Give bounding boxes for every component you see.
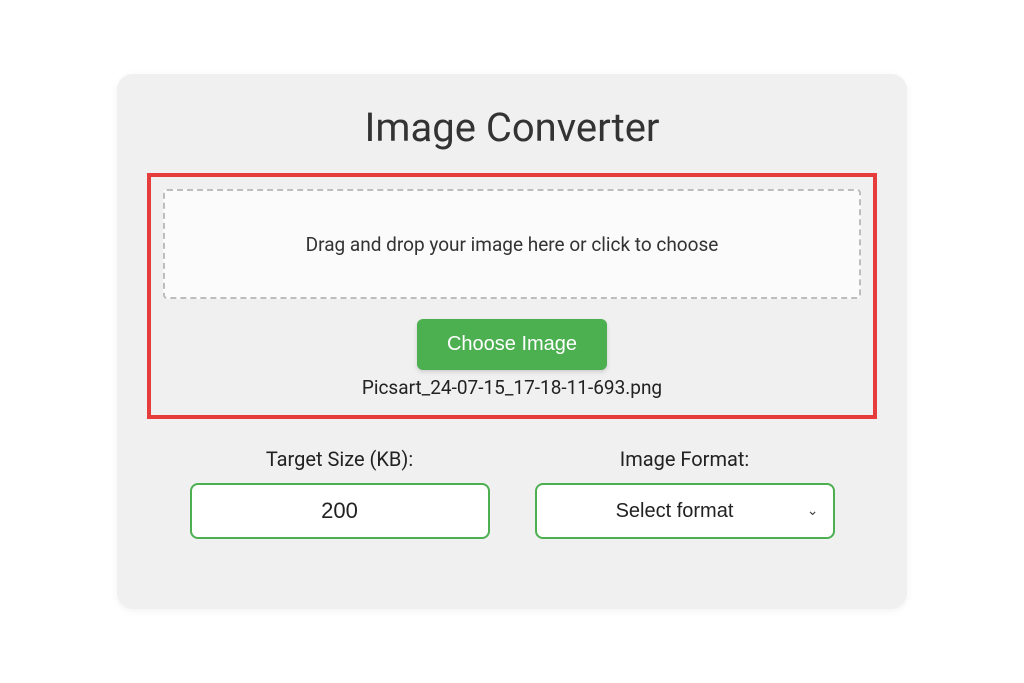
choose-section: Choose Image Picsart_24-07-15_17-18-11-6…	[163, 319, 861, 399]
target-size-group: Target Size (KB):	[190, 447, 490, 539]
image-format-select[interactable]: Select format	[535, 483, 835, 539]
target-size-label: Target Size (KB):	[266, 447, 413, 471]
image-format-select-wrapper: Select format ⌄	[535, 483, 835, 539]
image-format-label: Image Format:	[620, 447, 750, 471]
upload-highlight-box: Drag and drop your image here or click t…	[147, 173, 877, 419]
dropzone-instruction: Drag and drop your image here or click t…	[306, 233, 719, 256]
page-title: Image Converter	[147, 104, 877, 151]
target-size-input[interactable]	[190, 483, 490, 539]
choose-image-button[interactable]: Choose Image	[417, 319, 607, 370]
image-dropzone[interactable]: Drag and drop your image here or click t…	[163, 189, 861, 299]
image-format-group: Image Format: Select format ⌄	[535, 447, 835, 539]
controls-row: Target Size (KB): Image Format: Select f…	[147, 447, 877, 539]
selected-filename: Picsart_24-07-15_17-18-11-693.png	[163, 376, 861, 399]
converter-card: Image Converter Drag and drop your image…	[117, 74, 907, 609]
